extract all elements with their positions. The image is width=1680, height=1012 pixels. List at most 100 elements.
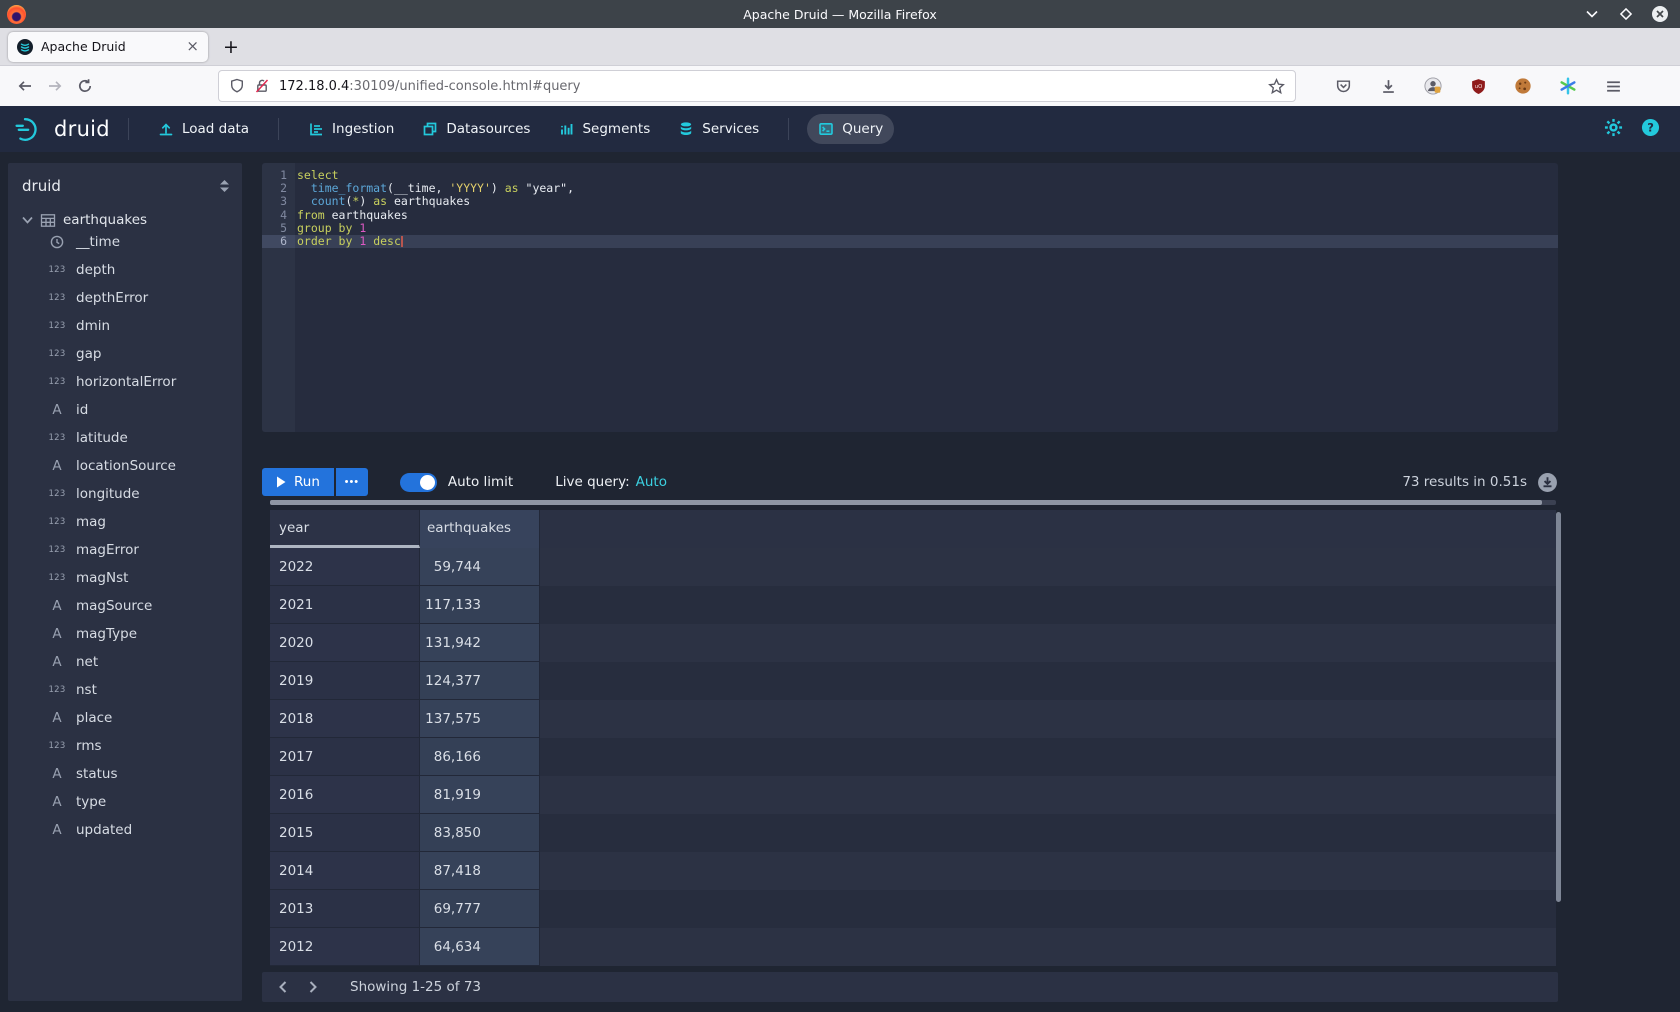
window-maximize-button[interactable] — [1616, 4, 1636, 24]
sidebar-column-item[interactable]: 123latitude — [22, 424, 242, 452]
table-row[interactable]: 2020131,942 — [270, 624, 1556, 662]
settings-button[interactable] — [1604, 118, 1623, 141]
sidebar-column-item[interactable]: 123depth — [22, 256, 242, 284]
nav-item-ingestion[interactable]: Ingestion — [297, 114, 405, 144]
table-row[interactable]: 202259,744 — [270, 548, 1556, 586]
sidebar-column-item[interactable]: __time — [22, 228, 242, 256]
table-row[interactable]: 201681,919 — [270, 776, 1556, 814]
new-tab-button[interactable]: + — [216, 32, 246, 62]
cell-earthquakes[interactable]: 117,133 — [420, 586, 540, 624]
cell-earthquakes[interactable]: 81,919 — [420, 776, 540, 814]
cookie-extension-button[interactable] — [1508, 71, 1538, 101]
url-bar[interactable]: 172.18.0.4:30109/unified-console.html#qu… — [218, 70, 1296, 102]
horizontal-scrollbar[interactable] — [270, 500, 1556, 505]
horizontal-scrollbar-thumb[interactable] — [270, 500, 1542, 505]
cell-year[interactable]: 2012 — [270, 928, 420, 966]
cell-year[interactable]: 2022 — [270, 548, 420, 586]
table-row[interactable]: 201583,850 — [270, 814, 1556, 852]
sidebar-column-item[interactable]: 123mag — [22, 508, 242, 536]
cell-earthquakes[interactable]: 86,166 — [420, 738, 540, 776]
sidebar-column-item[interactable]: 123magError — [22, 536, 242, 564]
table-row[interactable]: 201487,418 — [270, 852, 1556, 890]
cell-year[interactable]: 2018 — [270, 700, 420, 738]
vertical-scrollbar[interactable] — [1556, 512, 1561, 902]
nav-item-segments[interactable]: Segments — [547, 114, 661, 144]
cell-earthquakes[interactable]: 64,634 — [420, 928, 540, 966]
sidebar-column-item[interactable]: Aid — [22, 396, 242, 424]
datasource-name[interactable]: earthquakes — [63, 212, 147, 228]
table-row[interactable]: 2018137,575 — [270, 700, 1556, 738]
sidebar-column-item[interactable]: AmagSource — [22, 592, 242, 620]
cell-earthquakes[interactable]: 59,744 — [420, 548, 540, 586]
downloads-button[interactable] — [1373, 71, 1403, 101]
forward-button[interactable] — [40, 71, 70, 101]
insecure-lock-icon[interactable] — [254, 78, 270, 94]
tab-close-button[interactable]: × — [186, 39, 199, 54]
sidebar-column-item[interactable]: Anet — [22, 648, 242, 676]
table-row[interactable]: 2021117,133 — [270, 586, 1556, 624]
cell-year[interactable]: 2020 — [270, 624, 420, 662]
run-more-button[interactable]: ••• — [336, 468, 368, 496]
cell-earthquakes[interactable]: 137,575 — [420, 700, 540, 738]
cell-year[interactable]: 2014 — [270, 852, 420, 890]
nav-item-query[interactable]: Query — [807, 114, 894, 144]
reload-button[interactable] — [70, 71, 100, 101]
sidebar-column-item[interactable]: Astatus — [22, 760, 242, 788]
cell-year[interactable]: 2017 — [270, 738, 420, 776]
window-close-button[interactable] — [1650, 4, 1670, 24]
next-page-button[interactable] — [298, 972, 328, 1002]
help-button[interactable]: ? — [1641, 118, 1660, 141]
table-row[interactable]: 201786,166 — [270, 738, 1556, 776]
table-row[interactable]: 201264,634 — [270, 928, 1556, 966]
prev-page-button[interactable] — [268, 972, 298, 1002]
extension-asterisk-button[interactable] — [1553, 71, 1583, 101]
sidebar-column-item[interactable]: AmagType — [22, 620, 242, 648]
auto-limit-toggle[interactable] — [400, 473, 437, 492]
tracking-shield-icon[interactable] — [229, 78, 245, 94]
back-button[interactable] — [10, 71, 40, 101]
druid-brand[interactable]: druid — [14, 116, 110, 143]
sidebar-column-item[interactable]: Aplace — [22, 704, 242, 732]
sidebar-column-item[interactable]: 123horizontalError — [22, 368, 242, 396]
sidebar-column-item[interactable]: AlocationSource — [22, 452, 242, 480]
cell-earthquakes[interactable]: 83,850 — [420, 814, 540, 852]
ublock-button[interactable]: uO — [1463, 71, 1493, 101]
menu-button[interactable] — [1598, 71, 1628, 101]
cell-earthquakes[interactable]: 87,418 — [420, 852, 540, 890]
sidebar-column-item[interactable]: 123nst — [22, 676, 242, 704]
sql-editor[interactable]: 1select2 time_format(__time, 'YYYY') as … — [262, 163, 1558, 432]
bookmark-star-icon[interactable] — [1268, 78, 1285, 95]
cell-year[interactable]: 2019 — [270, 662, 420, 700]
browser-tab[interactable]: Apache Druid × — [8, 32, 208, 62]
chevron-down-icon[interactable] — [22, 216, 33, 224]
sidebar-column-item[interactable]: 123magNst — [22, 564, 242, 592]
sidebar-column-item[interactable]: 123rms — [22, 732, 242, 760]
column-header-year[interactable]: year — [270, 510, 420, 548]
datasource-row[interactable]: earthquakes — [22, 212, 242, 228]
download-results-button[interactable] — [1537, 472, 1558, 493]
nav-item-services[interactable]: Services — [667, 114, 770, 144]
account-button[interactable] — [1418, 71, 1448, 101]
nav-item-load-data[interactable]: Load data — [147, 114, 260, 144]
cell-earthquakes[interactable]: 69,777 — [420, 890, 540, 928]
sidebar-column-item[interactable]: 123gap — [22, 340, 242, 368]
sidebar-column-item[interactable]: 123longitude — [22, 480, 242, 508]
table-row[interactable]: 2019124,377 — [270, 662, 1556, 700]
cell-year[interactable]: 2013 — [270, 890, 420, 928]
pocket-button[interactable] — [1328, 71, 1358, 101]
live-query-value[interactable]: Auto — [636, 474, 667, 490]
run-button[interactable]: Run — [262, 468, 334, 496]
column-header-earthquakes[interactable]: earthquakes — [420, 510, 540, 548]
cell-earthquakes[interactable]: 124,377 — [420, 662, 540, 700]
cell-earthquakes[interactable]: 131,942 — [420, 624, 540, 662]
nav-item-datasources[interactable]: Datasources — [411, 114, 541, 144]
sidebar-column-item[interactable]: 123depthError — [22, 284, 242, 312]
sidebar-column-item[interactable]: Atype — [22, 788, 242, 816]
caret-sort-icon[interactable] — [219, 179, 230, 193]
cell-year[interactable]: 2016 — [270, 776, 420, 814]
sidebar-column-item[interactable]: 123dmin — [22, 312, 242, 340]
cell-year[interactable]: 2021 — [270, 586, 420, 624]
table-row[interactable]: 201369,777 — [270, 890, 1556, 928]
sidebar-column-item[interactable]: Aupdated — [22, 816, 242, 844]
window-minimize-button[interactable] — [1582, 4, 1602, 24]
